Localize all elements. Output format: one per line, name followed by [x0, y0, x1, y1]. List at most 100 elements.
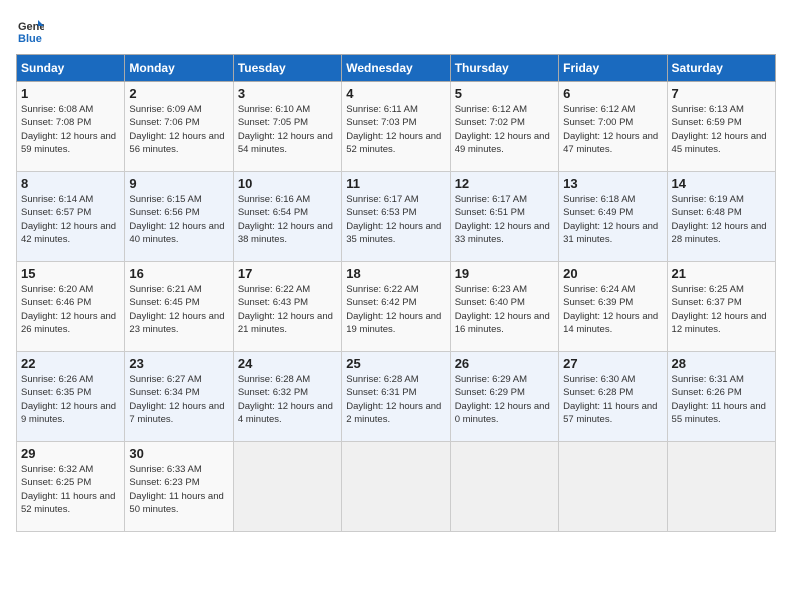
day-info: Sunrise: 6:20 AM Sunset: 6:46 PM Dayligh…	[21, 283, 120, 336]
day-number: 23	[129, 356, 228, 371]
logo: General Blue	[16, 16, 48, 44]
calendar-week-row: 22 Sunrise: 6:26 AM Sunset: 6:35 PM Dayl…	[17, 352, 776, 442]
svg-text:Blue: Blue	[18, 33, 42, 44]
calendar-week-row: 29 Sunrise: 6:32 AM Sunset: 6:25 PM Dayl…	[17, 442, 776, 532]
day-number: 6	[563, 86, 662, 101]
calendar-cell: 5 Sunrise: 6:12 AM Sunset: 7:02 PM Dayli…	[450, 82, 558, 172]
calendar-cell: 2 Sunrise: 6:09 AM Sunset: 7:06 PM Dayli…	[125, 82, 233, 172]
calendar-week-row: 15 Sunrise: 6:20 AM Sunset: 6:46 PM Dayl…	[17, 262, 776, 352]
day-info: Sunrise: 6:27 AM Sunset: 6:34 PM Dayligh…	[129, 373, 228, 426]
calendar-cell: 19 Sunrise: 6:23 AM Sunset: 6:40 PM Dayl…	[450, 262, 558, 352]
day-number: 3	[238, 86, 337, 101]
day-info: Sunrise: 6:21 AM Sunset: 6:45 PM Dayligh…	[129, 283, 228, 336]
day-info: Sunrise: 6:33 AM Sunset: 6:23 PM Dayligh…	[129, 463, 228, 516]
calendar-cell: 12 Sunrise: 6:17 AM Sunset: 6:51 PM Dayl…	[450, 172, 558, 262]
calendar-cell: 23 Sunrise: 6:27 AM Sunset: 6:34 PM Dayl…	[125, 352, 233, 442]
day-info: Sunrise: 6:08 AM Sunset: 7:08 PM Dayligh…	[21, 103, 120, 156]
day-info: Sunrise: 6:23 AM Sunset: 6:40 PM Dayligh…	[455, 283, 554, 336]
logo-icon: General Blue	[16, 16, 44, 44]
calendar-cell: 13 Sunrise: 6:18 AM Sunset: 6:49 PM Dayl…	[559, 172, 667, 262]
calendar-cell: 15 Sunrise: 6:20 AM Sunset: 6:46 PM Dayl…	[17, 262, 125, 352]
day-info: Sunrise: 6:19 AM Sunset: 6:48 PM Dayligh…	[672, 193, 771, 246]
day-number: 4	[346, 86, 445, 101]
day-number: 1	[21, 86, 120, 101]
calendar-cell: 17 Sunrise: 6:22 AM Sunset: 6:43 PM Dayl…	[233, 262, 341, 352]
weekday-header: Tuesday	[233, 55, 341, 82]
weekday-header: Monday	[125, 55, 233, 82]
calendar-cell	[559, 442, 667, 532]
day-info: Sunrise: 6:30 AM Sunset: 6:28 PM Dayligh…	[563, 373, 662, 426]
day-number: 10	[238, 176, 337, 191]
calendar-cell: 9 Sunrise: 6:15 AM Sunset: 6:56 PM Dayli…	[125, 172, 233, 262]
day-info: Sunrise: 6:29 AM Sunset: 6:29 PM Dayligh…	[455, 373, 554, 426]
day-number: 27	[563, 356, 662, 371]
day-number: 20	[563, 266, 662, 281]
day-number: 28	[672, 356, 771, 371]
day-number: 8	[21, 176, 120, 191]
day-info: Sunrise: 6:09 AM Sunset: 7:06 PM Dayligh…	[129, 103, 228, 156]
day-number: 16	[129, 266, 228, 281]
calendar-cell: 25 Sunrise: 6:28 AM Sunset: 6:31 PM Dayl…	[342, 352, 450, 442]
calendar-cell: 29 Sunrise: 6:32 AM Sunset: 6:25 PM Dayl…	[17, 442, 125, 532]
calendar-cell	[342, 442, 450, 532]
day-info: Sunrise: 6:26 AM Sunset: 6:35 PM Dayligh…	[21, 373, 120, 426]
weekday-header: Saturday	[667, 55, 775, 82]
day-number: 26	[455, 356, 554, 371]
day-info: Sunrise: 6:12 AM Sunset: 7:00 PM Dayligh…	[563, 103, 662, 156]
day-number: 29	[21, 446, 120, 461]
calendar-cell	[450, 442, 558, 532]
day-info: Sunrise: 6:16 AM Sunset: 6:54 PM Dayligh…	[238, 193, 337, 246]
day-number: 30	[129, 446, 228, 461]
day-number: 18	[346, 266, 445, 281]
calendar-cell: 4 Sunrise: 6:11 AM Sunset: 7:03 PM Dayli…	[342, 82, 450, 172]
day-info: Sunrise: 6:12 AM Sunset: 7:02 PM Dayligh…	[455, 103, 554, 156]
day-info: Sunrise: 6:11 AM Sunset: 7:03 PM Dayligh…	[346, 103, 445, 156]
day-number: 12	[455, 176, 554, 191]
calendar-cell: 11 Sunrise: 6:17 AM Sunset: 6:53 PM Dayl…	[342, 172, 450, 262]
weekday-header: Thursday	[450, 55, 558, 82]
day-number: 21	[672, 266, 771, 281]
calendar-cell: 20 Sunrise: 6:24 AM Sunset: 6:39 PM Dayl…	[559, 262, 667, 352]
calendar-cell: 26 Sunrise: 6:29 AM Sunset: 6:29 PM Dayl…	[450, 352, 558, 442]
day-number: 7	[672, 86, 771, 101]
day-number: 22	[21, 356, 120, 371]
day-info: Sunrise: 6:22 AM Sunset: 6:43 PM Dayligh…	[238, 283, 337, 336]
calendar-cell: 16 Sunrise: 6:21 AM Sunset: 6:45 PM Dayl…	[125, 262, 233, 352]
calendar-cell: 14 Sunrise: 6:19 AM Sunset: 6:48 PM Dayl…	[667, 172, 775, 262]
day-number: 17	[238, 266, 337, 281]
day-number: 25	[346, 356, 445, 371]
day-number: 24	[238, 356, 337, 371]
day-info: Sunrise: 6:28 AM Sunset: 6:32 PM Dayligh…	[238, 373, 337, 426]
calendar-cell	[233, 442, 341, 532]
day-info: Sunrise: 6:15 AM Sunset: 6:56 PM Dayligh…	[129, 193, 228, 246]
day-info: Sunrise: 6:14 AM Sunset: 6:57 PM Dayligh…	[21, 193, 120, 246]
day-info: Sunrise: 6:28 AM Sunset: 6:31 PM Dayligh…	[346, 373, 445, 426]
calendar-week-row: 8 Sunrise: 6:14 AM Sunset: 6:57 PM Dayli…	[17, 172, 776, 262]
day-number: 14	[672, 176, 771, 191]
day-info: Sunrise: 6:24 AM Sunset: 6:39 PM Dayligh…	[563, 283, 662, 336]
day-number: 2	[129, 86, 228, 101]
calendar-cell: 1 Sunrise: 6:08 AM Sunset: 7:08 PM Dayli…	[17, 82, 125, 172]
day-number: 11	[346, 176, 445, 191]
calendar-cell: 27 Sunrise: 6:30 AM Sunset: 6:28 PM Dayl…	[559, 352, 667, 442]
calendar-cell: 7 Sunrise: 6:13 AM Sunset: 6:59 PM Dayli…	[667, 82, 775, 172]
calendar-table: SundayMondayTuesdayWednesdayThursdayFrid…	[16, 54, 776, 532]
calendar-cell: 10 Sunrise: 6:16 AM Sunset: 6:54 PM Dayl…	[233, 172, 341, 262]
weekday-header: Wednesday	[342, 55, 450, 82]
day-info: Sunrise: 6:17 AM Sunset: 6:53 PM Dayligh…	[346, 193, 445, 246]
calendar-week-row: 1 Sunrise: 6:08 AM Sunset: 7:08 PM Dayli…	[17, 82, 776, 172]
day-number: 5	[455, 86, 554, 101]
day-info: Sunrise: 6:13 AM Sunset: 6:59 PM Dayligh…	[672, 103, 771, 156]
calendar-cell: 8 Sunrise: 6:14 AM Sunset: 6:57 PM Dayli…	[17, 172, 125, 262]
day-number: 13	[563, 176, 662, 191]
day-info: Sunrise: 6:22 AM Sunset: 6:42 PM Dayligh…	[346, 283, 445, 336]
day-number: 19	[455, 266, 554, 281]
day-info: Sunrise: 6:32 AM Sunset: 6:25 PM Dayligh…	[21, 463, 120, 516]
day-info: Sunrise: 6:10 AM Sunset: 7:05 PM Dayligh…	[238, 103, 337, 156]
day-number: 15	[21, 266, 120, 281]
weekday-header: Friday	[559, 55, 667, 82]
calendar-cell: 18 Sunrise: 6:22 AM Sunset: 6:42 PM Dayl…	[342, 262, 450, 352]
day-number: 9	[129, 176, 228, 191]
day-info: Sunrise: 6:17 AM Sunset: 6:51 PM Dayligh…	[455, 193, 554, 246]
day-info: Sunrise: 6:25 AM Sunset: 6:37 PM Dayligh…	[672, 283, 771, 336]
